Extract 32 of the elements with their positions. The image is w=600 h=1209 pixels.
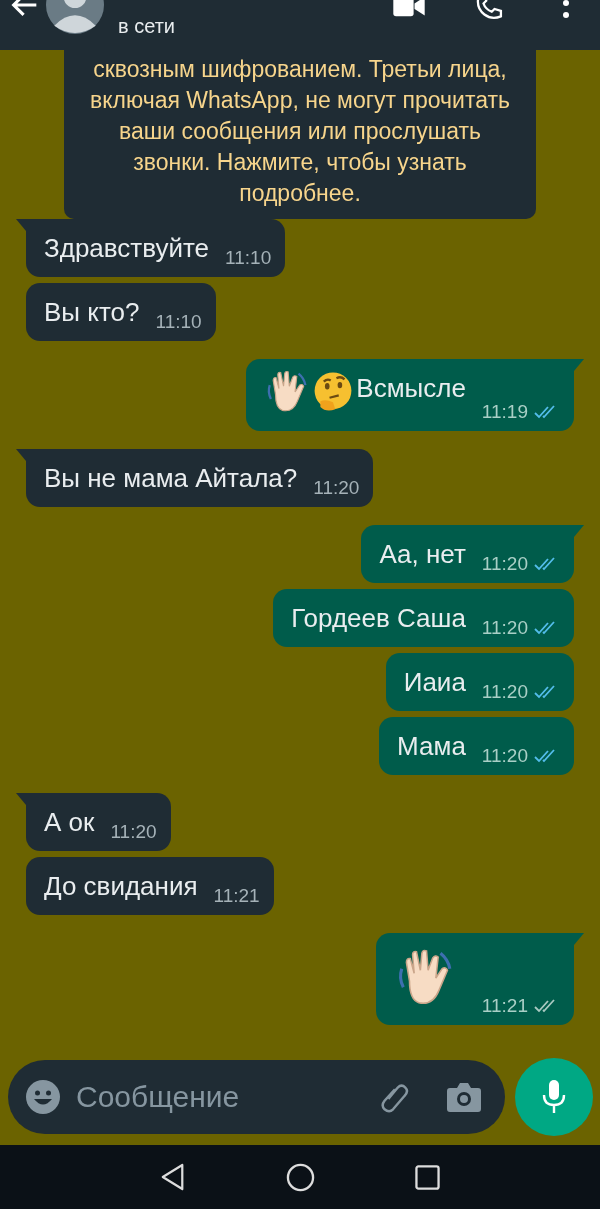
message-text: Гордеев Саша bbox=[291, 602, 466, 635]
message-time: 11:20 bbox=[481, 745, 528, 767]
message-time: 11:21 bbox=[213, 885, 260, 907]
smiley-icon[interactable] bbox=[26, 1080, 60, 1114]
home-nav-icon[interactable] bbox=[286, 1162, 315, 1192]
message-time: 11:19 bbox=[481, 401, 528, 423]
message-time: 11:20 bbox=[481, 553, 528, 575]
microphone-icon bbox=[542, 1080, 566, 1114]
message-time: 11:20 bbox=[313, 477, 360, 499]
message-text: Здравствуйте bbox=[44, 232, 210, 265]
message-text: Иаиа bbox=[403, 666, 466, 699]
message-text: Вы не мама Айтала? bbox=[44, 462, 298, 495]
message-time: 11:20 bbox=[481, 681, 528, 703]
message-time: 11:21 bbox=[481, 995, 528, 1017]
message-time: 11:20 bbox=[481, 617, 528, 639]
message-text: Всмысле bbox=[356, 372, 466, 405]
message-text: До свидания bbox=[44, 870, 198, 903]
recents-nav-icon[interactable] bbox=[415, 1164, 440, 1190]
encryption-notice[interactable]: сквозным шифрованием. Третьи лица, включая WhatsApp, не могут прочитать ваши сообщения или прослушать звонки. Нажмите, чтобы узнать подробнее. bbox=[64, 50, 536, 219]
message-text: Вы кто? bbox=[44, 296, 140, 329]
message-time: 11:10 bbox=[225, 247, 272, 269]
camera-icon[interactable] bbox=[447, 1080, 481, 1114]
contact-status: в сети bbox=[118, 15, 175, 38]
message-input[interactable]: Сообщение bbox=[74, 1079, 363, 1115]
back-nav-icon[interactable] bbox=[160, 1163, 186, 1191]
message-time: 11:10 bbox=[155, 311, 202, 333]
message-text: Аа, нет bbox=[379, 538, 466, 571]
message-field[interactable]: Сообщение bbox=[8, 1060, 505, 1134]
phone-icon[interactable] bbox=[474, 0, 504, 20]
message-text: Мама bbox=[397, 730, 466, 763]
message-text: А ок bbox=[44, 806, 95, 839]
message-time: 11:20 bbox=[110, 821, 157, 843]
